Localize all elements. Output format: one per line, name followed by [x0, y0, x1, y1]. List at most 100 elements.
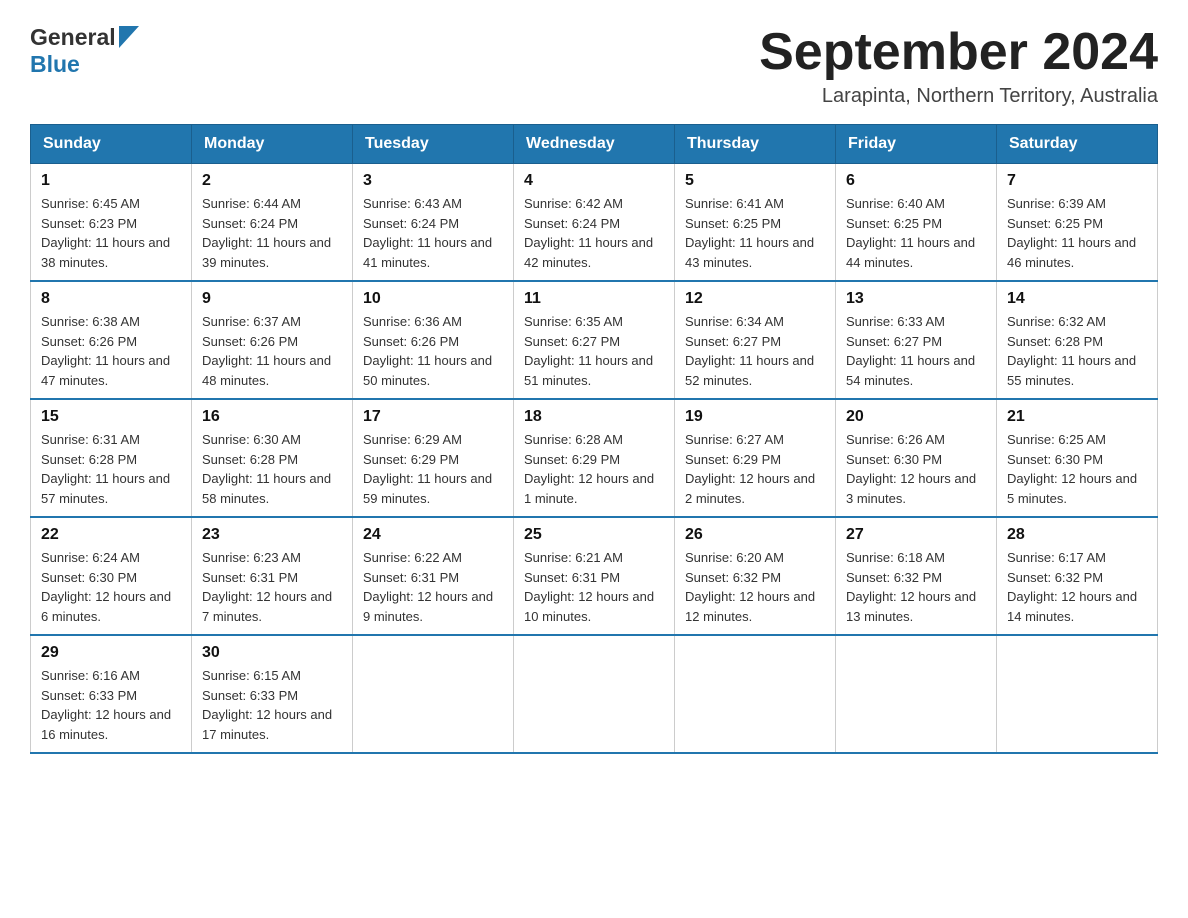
day-info: Sunrise: 6:28 AM Sunset: 6:29 PM Dayligh…: [524, 430, 664, 508]
page-header: General Blue September 2024 Larapinta, N…: [30, 24, 1158, 108]
calendar-cell: 16 Sunrise: 6:30 AM Sunset: 6:28 PM Dayl…: [192, 399, 353, 517]
day-info: Sunrise: 6:16 AM Sunset: 6:33 PM Dayligh…: [41, 666, 181, 744]
day-info: Sunrise: 6:45 AM Sunset: 6:23 PM Dayligh…: [41, 194, 181, 272]
week-row-5: 29 Sunrise: 6:16 AM Sunset: 6:33 PM Dayl…: [31, 635, 1158, 753]
location: Larapinta, Northern Territory, Australia: [759, 85, 1158, 108]
day-info: Sunrise: 6:42 AM Sunset: 6:24 PM Dayligh…: [524, 194, 664, 272]
day-number: 16: [202, 408, 342, 426]
day-info: Sunrise: 6:17 AM Sunset: 6:32 PM Dayligh…: [1007, 548, 1147, 626]
weekday-header-sunday: Sunday: [31, 125, 192, 164]
title-section: September 2024 Larapinta, Northern Terri…: [759, 24, 1158, 108]
day-info: Sunrise: 6:21 AM Sunset: 6:31 PM Dayligh…: [524, 548, 664, 626]
day-info: Sunrise: 6:38 AM Sunset: 6:26 PM Dayligh…: [41, 312, 181, 390]
calendar-cell: 21 Sunrise: 6:25 AM Sunset: 6:30 PM Dayl…: [997, 399, 1158, 517]
calendar-cell: 27 Sunrise: 6:18 AM Sunset: 6:32 PM Dayl…: [836, 517, 997, 635]
weekday-header-monday: Monday: [192, 125, 353, 164]
day-info: Sunrise: 6:31 AM Sunset: 6:28 PM Dayligh…: [41, 430, 181, 508]
day-info: Sunrise: 6:39 AM Sunset: 6:25 PM Dayligh…: [1007, 194, 1147, 272]
day-info: Sunrise: 6:44 AM Sunset: 6:24 PM Dayligh…: [202, 194, 342, 272]
logo-blue-text: Blue: [30, 51, 80, 77]
calendar-cell: [675, 635, 836, 753]
day-info: Sunrise: 6:23 AM Sunset: 6:31 PM Dayligh…: [202, 548, 342, 626]
day-number: 28: [1007, 526, 1147, 544]
day-number: 11: [524, 290, 664, 308]
day-number: 8: [41, 290, 181, 308]
day-number: 21: [1007, 408, 1147, 426]
calendar-cell: 1 Sunrise: 6:45 AM Sunset: 6:23 PM Dayli…: [31, 164, 192, 282]
day-number: 2: [202, 172, 342, 190]
weekday-header-wednesday: Wednesday: [514, 125, 675, 164]
day-number: 14: [1007, 290, 1147, 308]
week-row-3: 15 Sunrise: 6:31 AM Sunset: 6:28 PM Dayl…: [31, 399, 1158, 517]
day-number: 30: [202, 644, 342, 662]
calendar-cell: 19 Sunrise: 6:27 AM Sunset: 6:29 PM Dayl…: [675, 399, 836, 517]
logo-general-text: General: [30, 24, 116, 51]
weekday-header-row: SundayMondayTuesdayWednesdayThursdayFrid…: [31, 125, 1158, 164]
day-info: Sunrise: 6:26 AM Sunset: 6:30 PM Dayligh…: [846, 430, 986, 508]
calendar-cell: 14 Sunrise: 6:32 AM Sunset: 6:28 PM Dayl…: [997, 281, 1158, 399]
day-info: Sunrise: 6:37 AM Sunset: 6:26 PM Dayligh…: [202, 312, 342, 390]
day-number: 25: [524, 526, 664, 544]
day-info: Sunrise: 6:32 AM Sunset: 6:28 PM Dayligh…: [1007, 312, 1147, 390]
day-info: Sunrise: 6:25 AM Sunset: 6:30 PM Dayligh…: [1007, 430, 1147, 508]
logo: General Blue: [30, 24, 139, 78]
weekday-header-thursday: Thursday: [675, 125, 836, 164]
calendar-cell: 10 Sunrise: 6:36 AM Sunset: 6:26 PM Dayl…: [353, 281, 514, 399]
calendar-cell: 22 Sunrise: 6:24 AM Sunset: 6:30 PM Dayl…: [31, 517, 192, 635]
day-number: 15: [41, 408, 181, 426]
day-info: Sunrise: 6:29 AM Sunset: 6:29 PM Dayligh…: [363, 430, 503, 508]
day-number: 27: [846, 526, 986, 544]
day-info: Sunrise: 6:15 AM Sunset: 6:33 PM Dayligh…: [202, 666, 342, 744]
day-number: 19: [685, 408, 825, 426]
calendar-cell: 26 Sunrise: 6:20 AM Sunset: 6:32 PM Dayl…: [675, 517, 836, 635]
day-info: Sunrise: 6:41 AM Sunset: 6:25 PM Dayligh…: [685, 194, 825, 272]
logo-triangle-icon: [119, 26, 139, 48]
calendar-cell: 8 Sunrise: 6:38 AM Sunset: 6:26 PM Dayli…: [31, 281, 192, 399]
calendar-cell: 17 Sunrise: 6:29 AM Sunset: 6:29 PM Dayl…: [353, 399, 514, 517]
day-number: 18: [524, 408, 664, 426]
day-info: Sunrise: 6:27 AM Sunset: 6:29 PM Dayligh…: [685, 430, 825, 508]
day-number: 23: [202, 526, 342, 544]
day-number: 24: [363, 526, 503, 544]
calendar-cell: [353, 635, 514, 753]
calendar-cell: 23 Sunrise: 6:23 AM Sunset: 6:31 PM Dayl…: [192, 517, 353, 635]
day-number: 17: [363, 408, 503, 426]
day-info: Sunrise: 6:22 AM Sunset: 6:31 PM Dayligh…: [363, 548, 503, 626]
day-number: 29: [41, 644, 181, 662]
calendar-cell: 18 Sunrise: 6:28 AM Sunset: 6:29 PM Dayl…: [514, 399, 675, 517]
weekday-header-saturday: Saturday: [997, 125, 1158, 164]
calendar-cell: [997, 635, 1158, 753]
calendar-cell: 30 Sunrise: 6:15 AM Sunset: 6:33 PM Dayl…: [192, 635, 353, 753]
day-number: 20: [846, 408, 986, 426]
calendar-cell: 11 Sunrise: 6:35 AM Sunset: 6:27 PM Dayl…: [514, 281, 675, 399]
day-number: 9: [202, 290, 342, 308]
calendar-cell: 3 Sunrise: 6:43 AM Sunset: 6:24 PM Dayli…: [353, 164, 514, 282]
day-info: Sunrise: 6:43 AM Sunset: 6:24 PM Dayligh…: [363, 194, 503, 272]
day-number: 6: [846, 172, 986, 190]
month-title: September 2024: [759, 24, 1158, 81]
calendar-cell: 28 Sunrise: 6:17 AM Sunset: 6:32 PM Dayl…: [997, 517, 1158, 635]
day-number: 1: [41, 172, 181, 190]
day-number: 10: [363, 290, 503, 308]
calendar-cell: 15 Sunrise: 6:31 AM Sunset: 6:28 PM Dayl…: [31, 399, 192, 517]
day-info: Sunrise: 6:35 AM Sunset: 6:27 PM Dayligh…: [524, 312, 664, 390]
calendar-cell: 6 Sunrise: 6:40 AM Sunset: 6:25 PM Dayli…: [836, 164, 997, 282]
calendar-cell: 2 Sunrise: 6:44 AM Sunset: 6:24 PM Dayli…: [192, 164, 353, 282]
day-info: Sunrise: 6:40 AM Sunset: 6:25 PM Dayligh…: [846, 194, 986, 272]
day-info: Sunrise: 6:34 AM Sunset: 6:27 PM Dayligh…: [685, 312, 825, 390]
day-info: Sunrise: 6:30 AM Sunset: 6:28 PM Dayligh…: [202, 430, 342, 508]
calendar-cell: [836, 635, 997, 753]
day-info: Sunrise: 6:18 AM Sunset: 6:32 PM Dayligh…: [846, 548, 986, 626]
calendar-cell: 25 Sunrise: 6:21 AM Sunset: 6:31 PM Dayl…: [514, 517, 675, 635]
calendar-cell: 29 Sunrise: 6:16 AM Sunset: 6:33 PM Dayl…: [31, 635, 192, 753]
day-number: 13: [846, 290, 986, 308]
calendar-cell: 12 Sunrise: 6:34 AM Sunset: 6:27 PM Dayl…: [675, 281, 836, 399]
weekday-header-friday: Friday: [836, 125, 997, 164]
weekday-header-tuesday: Tuesday: [353, 125, 514, 164]
week-row-2: 8 Sunrise: 6:38 AM Sunset: 6:26 PM Dayli…: [31, 281, 1158, 399]
calendar-cell: 24 Sunrise: 6:22 AM Sunset: 6:31 PM Dayl…: [353, 517, 514, 635]
calendar-cell: 13 Sunrise: 6:33 AM Sunset: 6:27 PM Dayl…: [836, 281, 997, 399]
calendar-cell: 9 Sunrise: 6:37 AM Sunset: 6:26 PM Dayli…: [192, 281, 353, 399]
calendar-cell: 20 Sunrise: 6:26 AM Sunset: 6:30 PM Dayl…: [836, 399, 997, 517]
day-info: Sunrise: 6:36 AM Sunset: 6:26 PM Dayligh…: [363, 312, 503, 390]
